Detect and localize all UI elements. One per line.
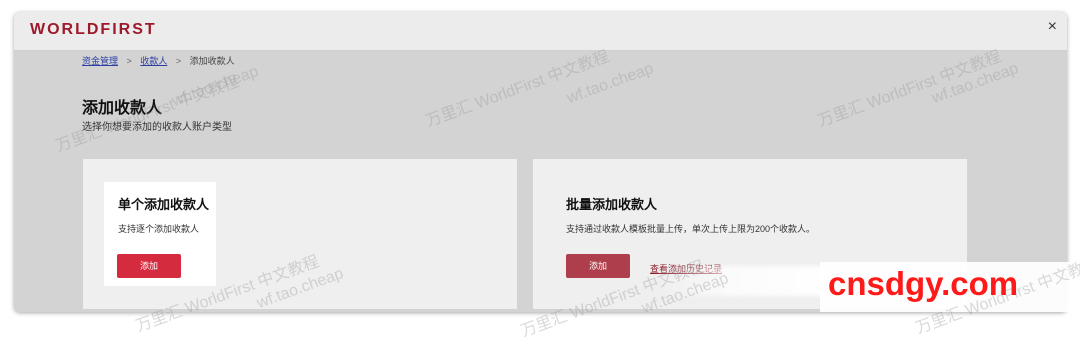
breadcrumb-current: 添加收款人 [189, 56, 235, 66]
close-icon[interactable]: × [1048, 18, 1057, 36]
blur-overlay [655, 266, 825, 296]
single-add-desc: 支持逐个添加收款人 [118, 224, 200, 234]
batch-add-title: 批量添加收款人 [566, 197, 658, 212]
single-add-title: 单个添加收款人 [118, 197, 210, 212]
breadcrumb-payees-link[interactable]: 收款人 [140, 56, 167, 66]
modal-topbar: WORLDFIRST × [14, 12, 1067, 51]
page-subtitle: 选择你想要添加的收款人账户类型 [82, 122, 232, 133]
breadcrumb-separator: > [126, 56, 132, 66]
page-title: 添加收款人 [82, 100, 163, 117]
batch-add-desc: 支持通过收款人模板批量上传，单次上传上限为200个收款人。 [566, 224, 816, 234]
brand-logo: WORLDFIRST [30, 21, 157, 38]
single-add-button[interactable]: 添加 [117, 254, 181, 278]
site-watermark: cnsdgy.com [828, 265, 1019, 302]
breadcrumb-separator: > [175, 56, 182, 66]
breadcrumb-funds-link[interactable]: 资金管理 [82, 56, 118, 66]
batch-add-button[interactable]: 添加 [566, 254, 630, 278]
breadcrumb: 资金管理 > 收款人 > 添加收款人 [82, 54, 235, 67]
